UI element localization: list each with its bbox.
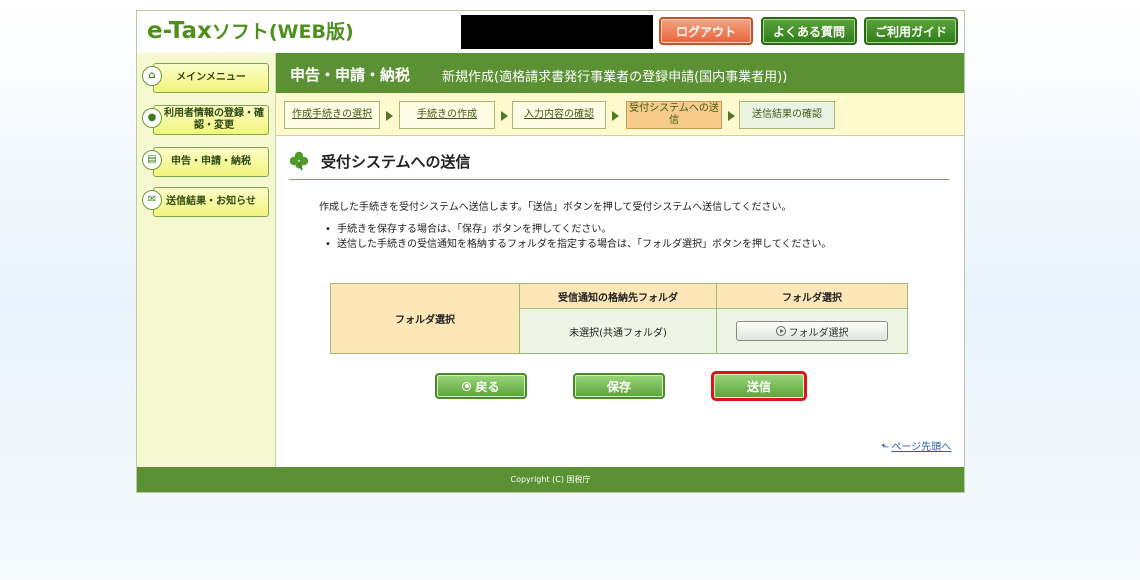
sidebar-item-results[interactable]: ✉ 送信結果・お知らせ bbox=[142, 187, 269, 217]
title-bar: 申告・申請・納税 新規作成(適格請求書発行事業者の登録申請(国内事業者用)) bbox=[276, 53, 964, 93]
table-header-folder: 受信通知の格納先フォルダ bbox=[519, 283, 717, 309]
sidebar-item-label: 利用者情報の登録・確認・変更 bbox=[164, 108, 264, 131]
table-header-select: フォルダ選択 bbox=[716, 283, 908, 309]
list-item: 送信した手続きの受信通知を格納するフォルダを指定する場合は、「フォルダ選択」ボタ… bbox=[325, 237, 831, 252]
sidebar-item-filing[interactable]: ▤ 申告・申請・納税 bbox=[142, 147, 269, 177]
step-confirm-results: 送信結果の確認 bbox=[739, 101, 835, 129]
back-button-label: 戻る bbox=[475, 379, 500, 394]
content-heading: 受付システムへの送信 bbox=[289, 149, 949, 180]
page-heading: 受付システムへの送信 bbox=[321, 153, 471, 171]
notes-list: 手続きを保存する場合は、「保存」ボタンを押してください。 送信した手続きの受信通… bbox=[325, 222, 831, 252]
section-title: 申告・申請・納税 bbox=[290, 66, 411, 84]
logout-button[interactable]: ログアウト bbox=[659, 17, 753, 45]
mail-icon: ✉ bbox=[142, 190, 162, 210]
arrow-up-icon: ⬑ bbox=[881, 442, 890, 453]
home-icon: ⌂ bbox=[142, 66, 162, 86]
step-select-procedure[interactable]: 作成手続きの選択 bbox=[284, 101, 380, 129]
page-top-label: ページ先頭へ bbox=[891, 442, 952, 453]
logo-main-text: e-Tax bbox=[147, 18, 212, 44]
step-arrow-icon bbox=[612, 111, 619, 121]
sidebar-item-main-menu[interactable]: ⌂ メインメニュー bbox=[142, 63, 269, 93]
folder-select-button-label: フォルダ選択 bbox=[788, 327, 849, 339]
sidebar-item-label: メインメニュー bbox=[176, 72, 246, 83]
folder-select-button[interactable]: フォルダ選択 bbox=[736, 321, 888, 341]
back-button[interactable]: 戻る bbox=[435, 373, 527, 399]
header: e-Taxソフト(WEB版) ログアウト よくある質問 ご利用ガイド bbox=[137, 11, 964, 53]
intro-text: 作成した手続きを受付システムへ送信します。「送信」ボタンを押して受付システムへ送… bbox=[319, 202, 792, 213]
copyright-text: Copyright (C) 国税庁 bbox=[510, 475, 591, 484]
sidebar: ⌂ メインメニュー ● 利用者情報の登録・確認・変更 ▤ 申告・申請・納税 ✉ … bbox=[137, 53, 276, 467]
step-arrow-icon bbox=[728, 111, 735, 121]
sidebar-item-user-info[interactable]: ● 利用者情報の登録・確認・変更 bbox=[142, 105, 269, 135]
logo-soft-text: ソフト(WEB版) bbox=[211, 21, 354, 43]
page-subtitle: 新規作成(適格請求書発行事業者の登録申請(国内事業者用)) bbox=[442, 70, 788, 85]
step-progress: 作成手続きの選択 手続きの作成 入力内容の確認 受付システムへの送信 送信結果の… bbox=[276, 93, 964, 136]
save-button[interactable]: 保存 bbox=[573, 373, 665, 399]
play-icon bbox=[775, 326, 786, 336]
folder-table: フォルダ選択 受信通知の格納先フォルダ フォルダ選択 未選択(共通フォルダ) フ… bbox=[330, 283, 908, 354]
table-row-label: フォルダ選択 bbox=[330, 283, 520, 354]
folder-value: 未選択(共通フォルダ) bbox=[519, 308, 717, 354]
step-send-to-system: 受付システムへの送信 bbox=[626, 101, 722, 129]
back-icon bbox=[462, 381, 472, 391]
etax-logo: e-Taxソフト(WEB版) bbox=[147, 15, 354, 48]
step-create-procedure[interactable]: 手続きの作成 bbox=[399, 101, 495, 129]
guide-button[interactable]: ご利用ガイド bbox=[864, 17, 958, 45]
footer: Copyright (C) 国税庁 bbox=[137, 467, 964, 492]
redacted-user-area bbox=[461, 15, 653, 49]
document-icon: ▤ bbox=[142, 150, 162, 170]
faq-button[interactable]: よくある質問 bbox=[761, 17, 857, 45]
folder-select-cell: フォルダ選択 bbox=[716, 308, 908, 354]
step-arrow-icon bbox=[386, 111, 393, 121]
clover-icon bbox=[289, 151, 309, 171]
step-arrow-icon bbox=[501, 111, 508, 121]
send-button[interactable]: 送信 bbox=[711, 371, 807, 401]
list-item: 手続きを保存する場合は、「保存」ボタンを押してください。 bbox=[325, 222, 831, 237]
page-top-link[interactable]: ⬑ ページ先頭へ bbox=[881, 438, 951, 453]
sidebar-item-label: 申告・申請・納税 bbox=[171, 156, 251, 167]
step-confirm-input[interactable]: 入力内容の確認 bbox=[512, 101, 606, 129]
sidebar-item-label: 送信結果・お知らせ bbox=[166, 196, 256, 207]
app-window: e-Taxソフト(WEB版) ログアウト よくある質問 ご利用ガイド ⌂ メイン… bbox=[136, 10, 965, 493]
user-info-icon: ● bbox=[142, 108, 162, 128]
